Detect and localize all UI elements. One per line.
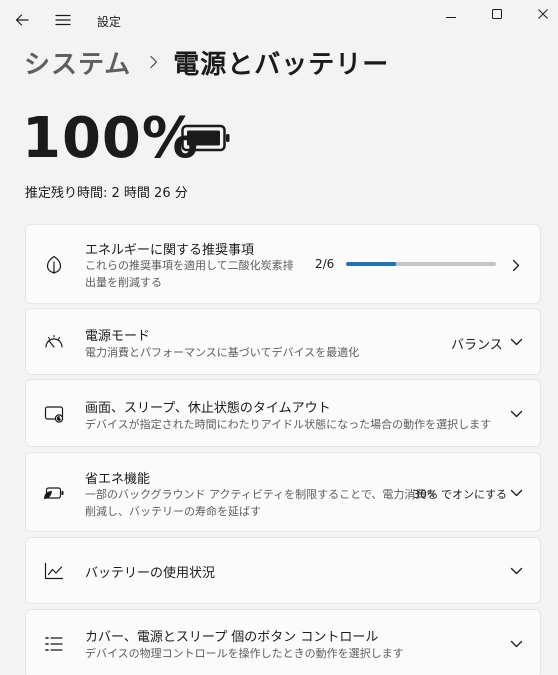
energy-saver-threshold-value[interactable]: 30% でオンにする (413, 486, 507, 502)
chevron-right-icon (508, 257, 524, 273)
battery-percentage: 100% (22, 106, 200, 171)
battery-full-icon (181, 124, 231, 156)
minimize-icon (446, 17, 456, 18)
list-controls-icon (42, 632, 66, 656)
estimated-time-remaining: 推定残り時間: 2 時間 26 分 (25, 186, 188, 201)
chevron-down-icon (508, 636, 524, 652)
power-mode-selected-value[interactable]: バランス (451, 334, 503, 353)
screen-sleep-desc: デバイスが指定された時間にわたりアイドル状態になった場合の動作を選択します (85, 418, 492, 431)
breadcrumb-parent-system[interactable]: システム (24, 44, 131, 81)
battery-usage-title: バッテリーの使用状況 (85, 566, 216, 581)
hamburger-menu-icon (55, 14, 71, 26)
page-title: 電源とバッテリー (173, 49, 390, 80)
lid-buttons-desc: デバイスの物理コントロールを操作したときの動作を選択します (85, 647, 404, 660)
energy-saver-desc-line2: 削減し、バッテリーの寿命を延ばす (85, 505, 261, 518)
recommendations-progress-fill (346, 262, 396, 266)
breadcrumb-chevron-icon (149, 55, 159, 69)
energy-saver-battery-leaf-icon (42, 481, 66, 505)
power-mode-card[interactable]: 電源モード 電力消費とパフォーマンスに基づいてデバイスを最適化 バランス (25, 308, 541, 375)
screen-sleep-icon (42, 402, 66, 426)
energy-recommendations-desc-line2: 出量を削減する (85, 276, 162, 289)
screen-sleep-title: 画面、スリープ、休止状態のタイムアウト (85, 401, 331, 416)
energy-recommendations-title: エネルギーに関する推奨事項 (85, 243, 255, 258)
energy-recommendations-card[interactable]: エネルギーに関する推奨事項 これらの推奨事項を適用して二酸化炭素排 出量を削減す… (25, 224, 541, 304)
minimize-button[interactable] (428, 0, 474, 28)
navigation-menu-button[interactable] (49, 6, 77, 34)
energy-saver-title: 省エネ機能 (85, 472, 151, 487)
line-chart-icon (42, 559, 66, 583)
power-mode-gauge-icon (42, 330, 66, 354)
breadcrumb: システム 電源とバッテリー (24, 44, 389, 80)
power-mode-title: 電源モード (85, 329, 151, 344)
energy-recommendations-desc-line1: これらの推奨事項を適用して二酸化炭素排 (85, 259, 294, 272)
close-icon (538, 9, 548, 19)
energy-saver-desc-line1: 一部のバックグラウンド アクティビティを制限することで、電力消費を (85, 488, 438, 501)
title-bar: 設定 (0, 0, 558, 40)
back-arrow-icon (15, 14, 29, 26)
recommendations-progress-bar (346, 262, 496, 266)
energy-saver-desc: 一部のバックグラウンド アクティビティを制限することで、電力消費を 削減し、バッ… (85, 486, 437, 520)
window-title: 設定 (97, 15, 122, 29)
chevron-down-icon (508, 485, 524, 501)
chevron-down-icon (508, 406, 524, 422)
energy-recommendations-desc: これらの推奨事項を適用して二酸化炭素排 出量を削減する (85, 257, 294, 291)
lid-buttons-title: カバー、電源とスリープ 個のボタン コントロール (85, 630, 379, 645)
back-button[interactable] (8, 6, 36, 34)
battery-usage-card[interactable]: バッテリーの使用状況 (25, 537, 541, 604)
lid-power-sleep-buttons-card[interactable]: カバー、電源とスリープ 個のボタン コントロール デバイスの物理コントロールを操… (25, 609, 541, 675)
power-mode-desc: 電力消費とパフォーマンスに基づいてデバイスを最適化 (85, 346, 360, 359)
chevron-down-icon (508, 334, 524, 350)
maximize-button[interactable] (474, 0, 520, 28)
screen-sleep-timeouts-card[interactable]: 画面、スリープ、休止状態のタイムアウト デバイスが指定された時間にわたりアイドル… (25, 379, 541, 447)
chevron-down-icon (508, 563, 524, 579)
leaf-icon (42, 253, 66, 277)
maximize-icon (492, 9, 502, 19)
recommendations-progress-label: 2/6 (315, 257, 335, 271)
energy-saver-card[interactable]: 省エネ機能 一部のバックグラウンド アクティビティを制限することで、電力消費を … (25, 452, 541, 532)
close-button[interactable] (520, 0, 558, 28)
